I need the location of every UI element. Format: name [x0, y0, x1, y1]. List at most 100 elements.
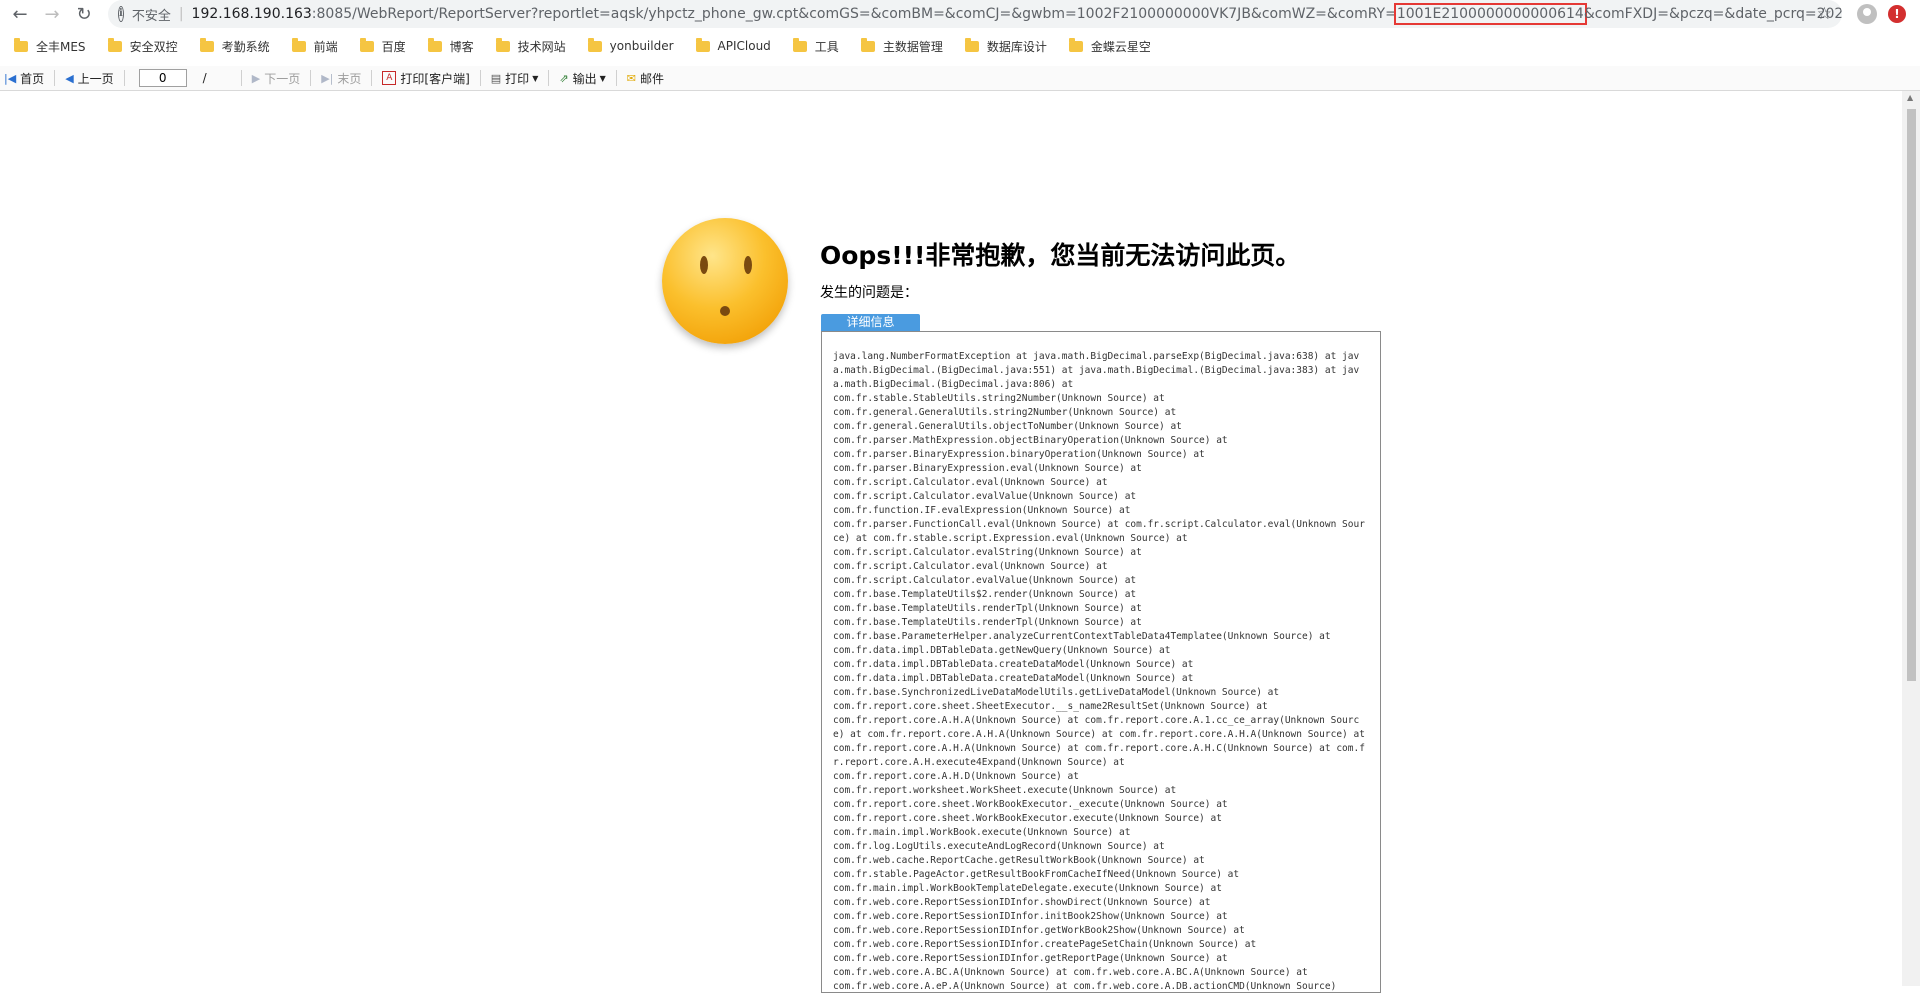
- bookmark-label: 工具: [814, 39, 839, 54]
- folder-icon: [587, 37, 602, 52]
- toolbar-divider: [548, 70, 550, 86]
- error-subtitle: 发生的问题是：: [820, 285, 918, 301]
- prev-page-icon: ◀: [65, 71, 74, 85]
- error-title: Oops!!!非常抱歉，您当前无法访问此页。: [820, 241, 1301, 270]
- face-mouth: [720, 306, 730, 316]
- bookmark-label: 博客: [449, 39, 474, 54]
- next-page-label: 下一页: [264, 71, 301, 86]
- bookmark-item[interactable]: 安全双控: [107, 37, 178, 55]
- bookmark-item[interactable]: 主数据管理: [860, 37, 943, 55]
- print-client-button[interactable]: A 打印[客户端]: [382, 70, 470, 87]
- last-page-label: 末页: [337, 71, 362, 86]
- next-page-icon: ▶: [251, 71, 261, 85]
- url-highlighted-value[interactable]: 1001E2100000000000614: [1393, 3, 1587, 25]
- bookmark-item[interactable]: 工具: [792, 37, 839, 55]
- toolbar-divider: [479, 70, 481, 86]
- url-path-start[interactable]: :8085/WebReport/ReportServer?reportlet=a…: [312, 6, 1397, 22]
- confused-face-icon: [662, 218, 788, 344]
- first-page-label: 首页: [20, 71, 45, 86]
- mail-icon: ✉: [626, 71, 636, 85]
- folder-icon: [1068, 37, 1083, 52]
- address-separator: |: [178, 6, 184, 22]
- toolbar-divider: [240, 70, 242, 86]
- profile-avatar-icon[interactable]: [1857, 4, 1877, 24]
- print-client-label: 打印[客户端]: [400, 71, 470, 86]
- bookmark-item[interactable]: yonbuilder: [587, 37, 674, 53]
- back-arrow-icon[interactable]: ←: [8, 2, 32, 26]
- mail-label: 邮件: [639, 71, 664, 86]
- scrollbar-thumb[interactable]: [1907, 109, 1916, 681]
- page-number-input[interactable]: [138, 69, 187, 87]
- bookmark-item[interactable]: 考勤系统: [199, 37, 270, 55]
- security-label[interactable]: 不安全: [132, 5, 171, 24]
- update-alert-icon[interactable]: !: [1888, 5, 1906, 23]
- toolbar-divider: [123, 70, 125, 86]
- address-bar[interactable]: i 不安全 | 192.168.190.163:8085/WebReport/R…: [108, 0, 1842, 28]
- reload-icon[interactable]: ↻: [72, 2, 96, 26]
- folder-icon: [964, 37, 979, 52]
- chevron-down-icon: ▼: [599, 73, 606, 83]
- first-page-button[interactable]: |◀ 首页: [4, 70, 44, 87]
- forward-arrow-icon[interactable]: →: [40, 2, 64, 26]
- folder-icon: [427, 37, 442, 52]
- bookmark-label: APICloud: [717, 39, 771, 53]
- bookmark-item[interactable]: 百度: [359, 37, 406, 55]
- bookmark-item[interactable]: 前端: [291, 37, 338, 55]
- folder-icon: [14, 37, 28, 52]
- folder-icon: [199, 37, 214, 52]
- scroll-up-arrow-icon[interactable]: ▲: [1907, 93, 1913, 102]
- print-label: 打印: [505, 71, 530, 86]
- bookmark-label: 数据库设计: [986, 39, 1047, 54]
- vertical-scrollbar[interactable]: ▲: [1902, 91, 1920, 986]
- folder-icon: [107, 37, 122, 52]
- bookmark-label: 考勤系统: [221, 39, 270, 54]
- folder-icon: [792, 37, 807, 52]
- folder-icon: [860, 37, 875, 52]
- stack-trace-text: java.lang.NumberFormatException at java.…: [833, 351, 1365, 992]
- stack-trace-box: java.lang.NumberFormatException at java.…: [821, 331, 1381, 993]
- detail-info-tab[interactable]: 详细信息: [821, 314, 920, 331]
- toolbar-divider: [371, 70, 373, 86]
- bookmark-item[interactable]: 数据库设计: [964, 37, 1047, 55]
- bookmark-item[interactable]: 技术网站: [495, 37, 566, 55]
- info-icon[interactable]: i: [118, 6, 124, 22]
- folder-icon: [695, 37, 710, 52]
- export-button[interactable]: ⇗ 输出 ▼: [559, 70, 605, 87]
- bookmark-label: yonbuilder: [609, 39, 674, 53]
- face-left-eye: [700, 256, 708, 274]
- folder-icon: [495, 37, 510, 52]
- last-page-button[interactable]: ▶| 末页: [321, 70, 361, 87]
- bookmark-item[interactable]: 金蝶云星空: [1068, 37, 1151, 55]
- printer-icon: ▤: [490, 71, 502, 85]
- bookmark-item[interactable]: APICloud: [695, 37, 771, 53]
- bookmark-label: 技术网站: [517, 39, 566, 54]
- export-label: 输出: [572, 71, 597, 86]
- bookmark-label: 全丰MES: [36, 39, 86, 54]
- chevron-down-icon: ▼: [532, 73, 539, 83]
- first-page-icon: |◀: [4, 71, 17, 85]
- bookmark-label: 金蝶云星空: [1090, 39, 1151, 54]
- address-bar-row: ← → ↻ i 不安全 | 192.168.190.163:8085/WebRe…: [0, 0, 1920, 28]
- bookmark-item[interactable]: 博客: [427, 37, 474, 55]
- page-separator: /: [202, 71, 207, 85]
- prev-page-button[interactable]: ◀ 上一页: [65, 70, 113, 87]
- bookmarks-bar: 全丰MES 安全双控 考勤系统 前端 百度 博客 技术网站 yonbuilder…: [0, 34, 1920, 58]
- toolbar-divider: [615, 70, 617, 86]
- url-path-end[interactable]: &comFXDJ=&pczq=&date_pcrq=2021-...: [1584, 6, 1842, 22]
- next-page-button[interactable]: ▶ 下一页: [252, 70, 300, 87]
- folder-icon: [359, 37, 374, 52]
- print-button[interactable]: ▤ 打印 ▼: [491, 70, 539, 87]
- star-icon[interactable]: ☆: [1817, 4, 1832, 24]
- bookmark-item[interactable]: 全丰MES: [14, 37, 86, 55]
- last-page-icon: ▶|: [321, 71, 334, 85]
- bookmark-label: 百度: [381, 39, 406, 54]
- folder-icon: [291, 37, 306, 52]
- url-host[interactable]: 192.168.190.163: [192, 6, 312, 22]
- face-right-eye: [744, 256, 752, 274]
- prev-page-label: 上一页: [77, 71, 114, 86]
- mail-button[interactable]: ✉ 邮件: [627, 70, 664, 87]
- export-icon: ⇗: [559, 71, 569, 85]
- bookmark-label: 安全双控: [129, 39, 178, 54]
- toolbar-divider: [54, 70, 56, 86]
- bookmark-label: 前端: [313, 39, 338, 54]
